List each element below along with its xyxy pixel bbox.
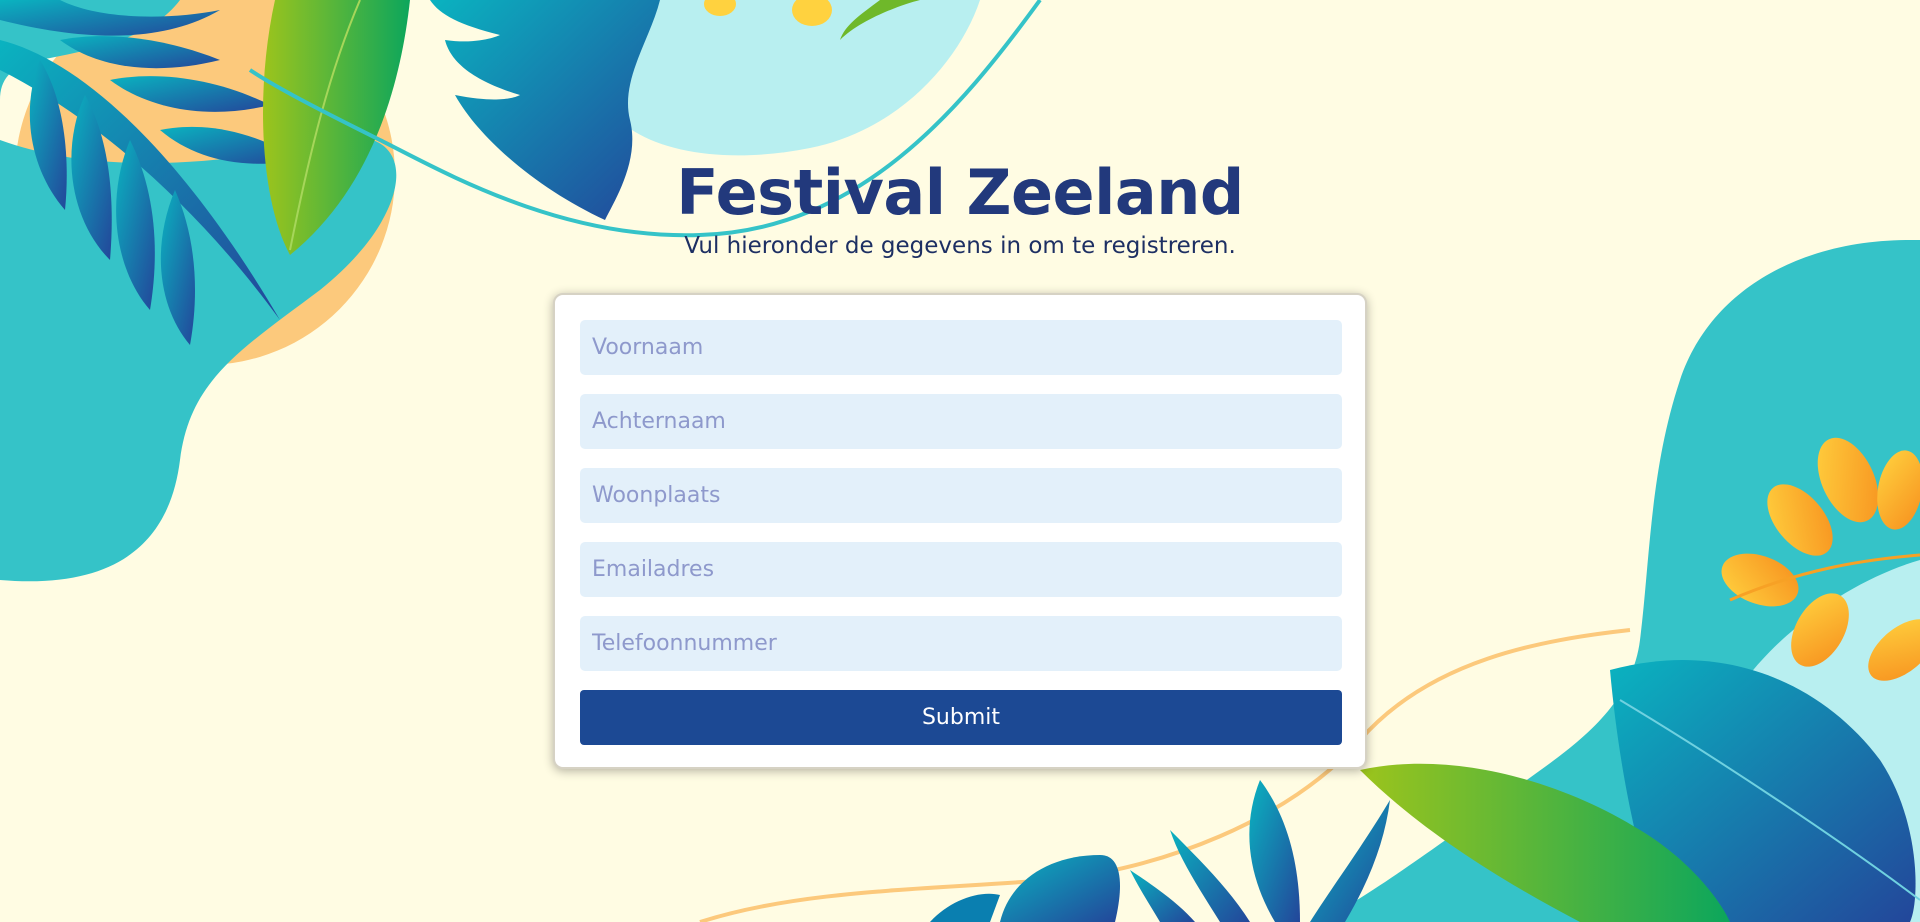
city-input[interactable]	[580, 468, 1342, 523]
last-name-input[interactable]	[580, 394, 1342, 449]
page-title: Festival Zeeland	[676, 156, 1244, 229]
page-subtitle: Vul hieronder de gegevens in om te regis…	[684, 233, 1236, 259]
page-header: Festival Zeeland Vul hieronder de gegeve…	[0, 155, 1920, 261]
email-input[interactable]	[580, 542, 1342, 597]
registration-form: Submit	[553, 293, 1367, 769]
submit-button[interactable]: Submit	[580, 690, 1342, 745]
small-leaf-shape	[930, 893, 1000, 922]
first-name-input[interactable]	[580, 320, 1342, 375]
phone-input[interactable]	[580, 616, 1342, 671]
monstera-leaf-shape	[1000, 855, 1120, 922]
light-teal-blob-shape	[599, 0, 980, 156]
palm-frond-shape	[1130, 780, 1390, 922]
page-background: Festival Zeeland Vul hieronder de gegeve…	[0, 0, 1920, 922]
